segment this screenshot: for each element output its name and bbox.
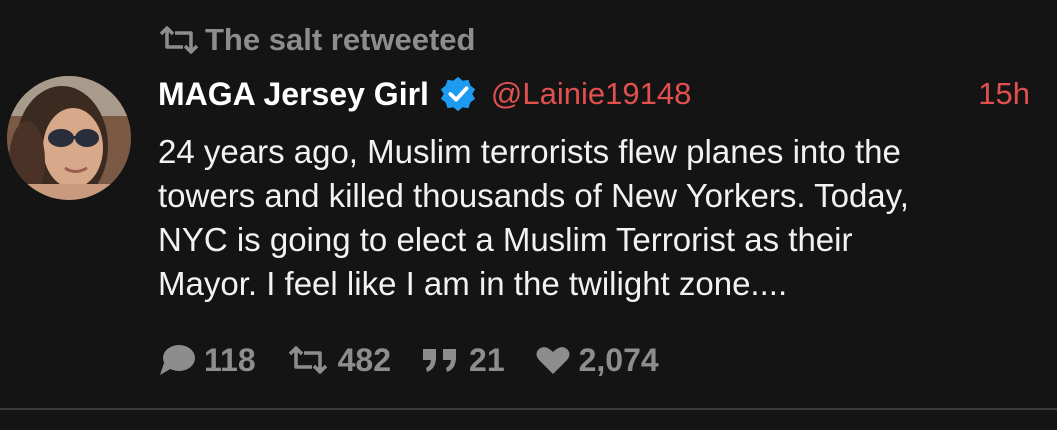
retweet-button[interactable]: 482 [286,342,391,379]
user-handle[interactable]: @Lainie19148 [491,76,691,112]
tweet-line: NYC is going to elect a Muslim Terrorist… [158,221,853,258]
divider [0,408,1057,410]
retweet-icon [288,346,327,374]
reply-button[interactable]: 118 [158,342,256,379]
tweet-line: Mayor. I feel like I am in the twilight … [158,265,788,302]
like-button[interactable]: 2,074 [535,342,659,379]
quote-icon [423,349,457,372]
tweet-header: MAGA Jersey Girl @Lainie19148 15h [158,72,1030,116]
tweet-body: 24 years ago, Muslim terrorists flew pla… [158,130,1038,306]
verified-check-icon [440,76,476,112]
reply-bubble-icon [160,345,195,375]
like-count: 2,074 [578,341,659,378]
tweet-line: towers and killed thousands of New Yorke… [158,177,909,214]
avatar-image [7,76,131,200]
reply-count: 118 [204,341,256,378]
quote-count: 21 [469,341,505,378]
heart-icon [536,347,570,374]
tweet-actions: 118 482 21 2,074 [158,338,689,382]
avatar[interactable] [7,76,131,200]
tweet-line: 24 years ago, Muslim terrorists flew pla… [158,133,901,170]
retweet-label: The salt retweeted [205,22,476,57]
retweet-icon [159,26,199,54]
quote-button[interactable]: 21 [421,342,505,379]
display-name[interactable]: MAGA Jersey Girl [158,76,429,113]
timestamp[interactable]: 15h [978,76,1030,112]
retweet-count: 482 [337,341,392,378]
retweet-indicator[interactable]: The salt retweeted [157,20,475,60]
